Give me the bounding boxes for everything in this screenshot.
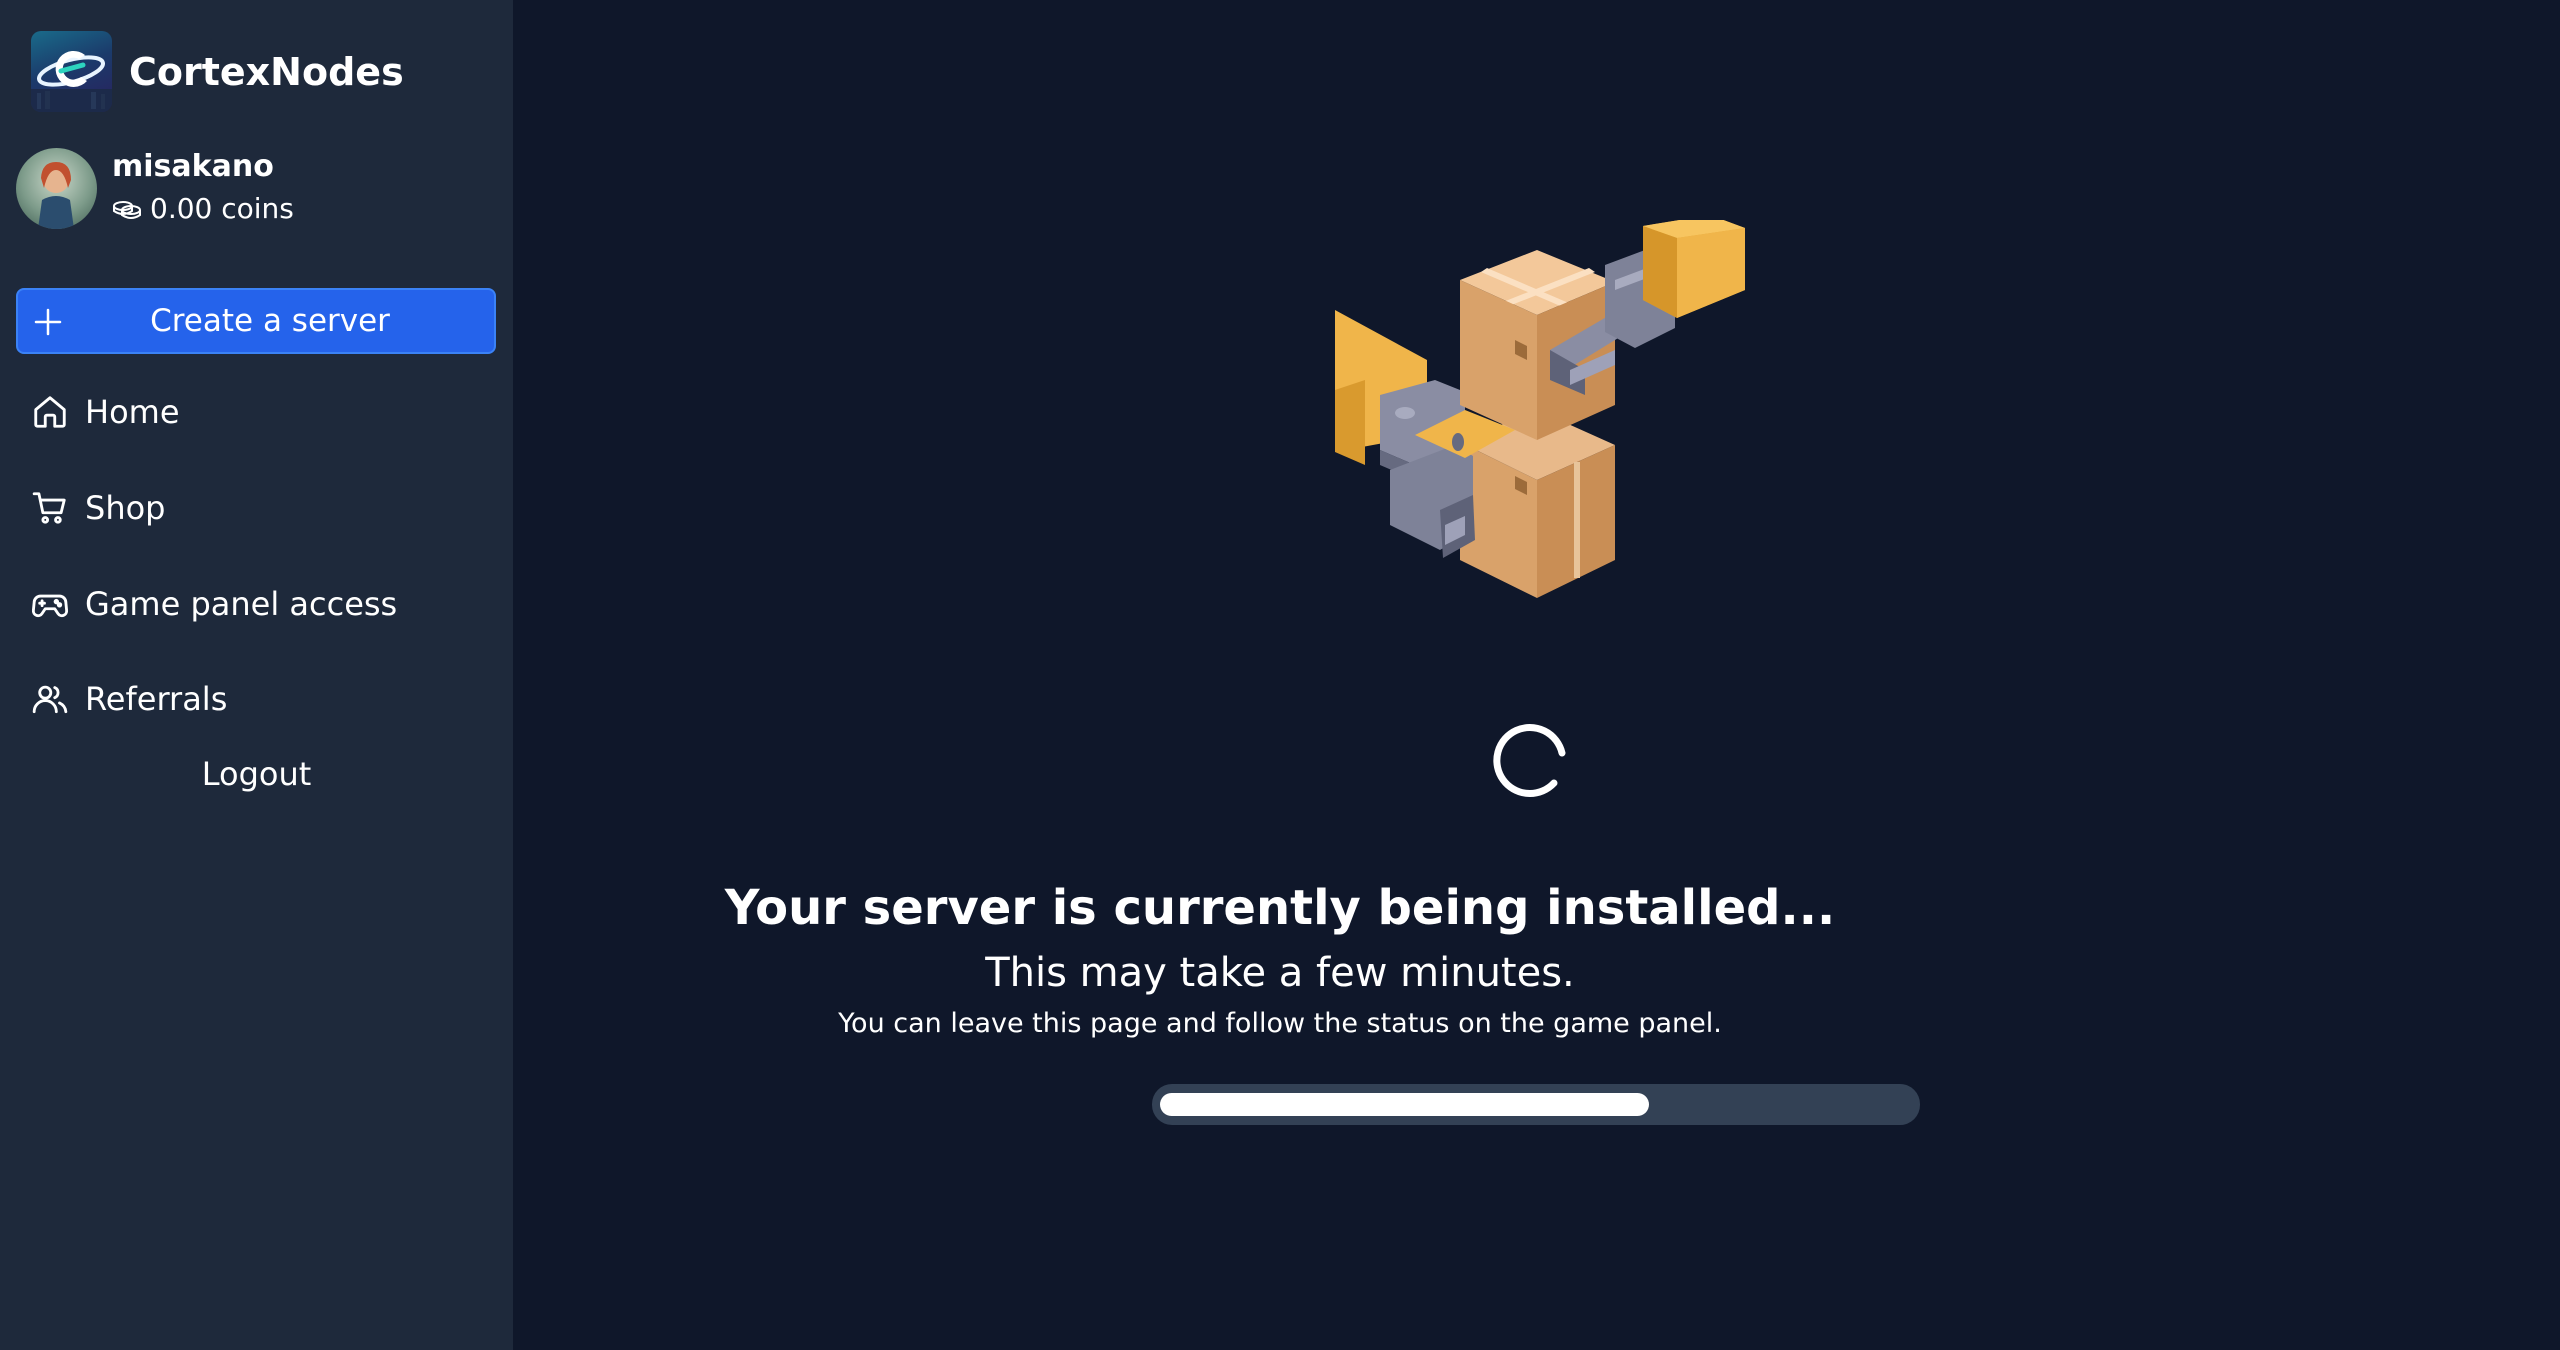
plus-icon [34, 308, 62, 336]
main-content [513, 0, 2560, 1350]
sidebar-item-shop[interactable]: Shop [31, 483, 165, 533]
brand-name: CortexNodes [129, 49, 404, 94]
sidebar-item-label: Game panel access [85, 585, 398, 623]
users-icon [32, 685, 68, 714]
install-subtitle: This may take a few minutes. [985, 950, 1575, 996]
home-icon [34, 396, 66, 428]
sidebar-item-home[interactable]: Home [31, 387, 180, 437]
sidebar-item-referrals[interactable]: Referrals [31, 674, 227, 724]
loading-spinner-icon [1493, 724, 1566, 797]
install-note: You can leave this page and follow the s… [838, 1008, 1722, 1039]
gamepad-icon [31, 594, 69, 618]
install-title: Your server is currently being installed… [724, 880, 1836, 936]
user-profile: misakano 0.00 coins [16, 148, 294, 229]
app-root: CortexNodes misakano 0.00 coins Create a… [0, 0, 2560, 1350]
brand[interactable]: CortexNodes [31, 31, 404, 112]
installing-illustration [815, 215, 1745, 624]
sidebar-item-label: Referrals [85, 680, 228, 718]
cortexnodes-logo [31, 31, 112, 112]
avatar [16, 148, 97, 229]
sidebar-item-label: Home [85, 393, 180, 431]
sidebar: CortexNodes misakano 0.00 coins Create a… [0, 0, 513, 1350]
coins-text: 0.00 coins [150, 191, 294, 225]
coins-icon [113, 200, 141, 219]
install-progress-fill [1160, 1093, 1649, 1116]
create-server-button[interactable]: Create a server [16, 288, 496, 354]
username: misakano [112, 148, 274, 184]
sidebar-item-label: Shop [85, 489, 166, 527]
coins-balance: 0.00 coins [112, 189, 294, 229]
cart-icon [32, 492, 66, 524]
sidebar-item-game-panel[interactable]: Game panel access [31, 579, 397, 629]
install-progress-bar [1152, 1084, 1920, 1125]
logout-link[interactable]: Logout [0, 755, 513, 793]
create-server-label: Create a server [150, 303, 390, 339]
